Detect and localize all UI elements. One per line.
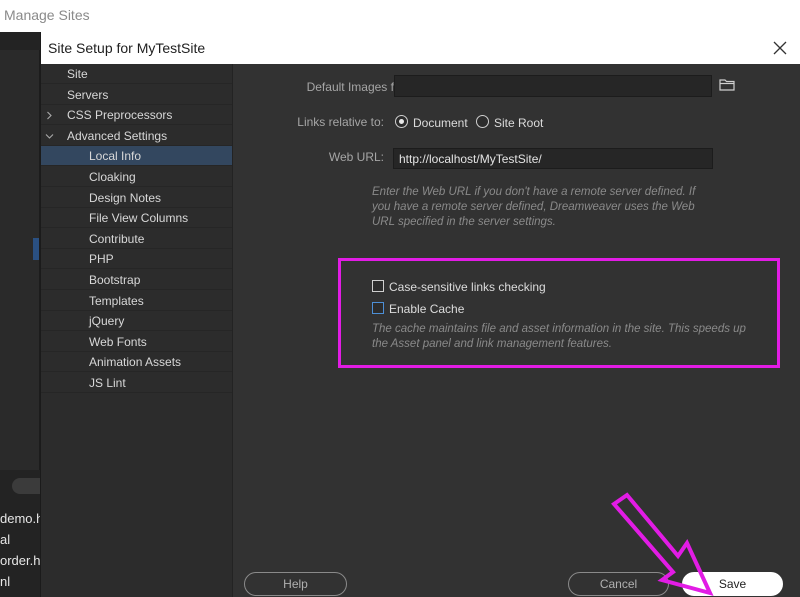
sidebar-item-php[interactable]: PHP [41,249,232,270]
radio-document[interactable] [395,115,408,128]
sidebar-item-contribute[interactable]: Contribute [41,229,232,249]
help-button[interactable]: Help [244,572,347,596]
sidebar-item-css-preprocessors[interactable]: CSS Preprocessors [41,105,232,126]
radio-document-label: Document [413,116,468,130]
web-url-input[interactable] [393,148,713,169]
sidebar-item-label: Bootstrap [89,273,141,287]
manage-sites-titlebar: Manage Sites [0,0,800,32]
sidebar-item-label: Design Notes [89,190,162,205]
file-item[interactable]: al [0,532,10,547]
enable-cache-checkbox[interactable] [372,302,384,314]
manage-sites-selection [33,238,39,260]
sidebar-item-label: Contribute [89,231,145,246]
sidebar-item-cloaking[interactable]: Cloaking [41,167,232,187]
sidebar-item-advanced-settings[interactable]: Advanced Settings [41,126,232,146]
sidebar-item-label: Advanced Settings [67,128,168,143]
sidebar-item-label: CSS Preprocessors [67,108,173,123]
manage-sites-title: Manage Sites [4,7,90,23]
sidebar-item-label: jQuery [89,314,125,329]
folder-icon[interactable] [719,78,735,94]
radio-site-root[interactable] [476,115,489,128]
manage-sites-scroll[interactable] [12,478,42,494]
chevron-right-icon[interactable] [45,106,54,123]
category-sidebar: Site Servers CSS Preprocessors Advanced Set… [41,64,233,597]
sidebar-item-label: Local Info [89,149,142,164]
sidebar-item-web-fonts[interactable]: Web Fonts [41,332,232,352]
sidebar-item-label: Cloaking [89,170,136,184]
sidebar-item-label: Servers [67,87,109,102]
annotation-arrow-icon [611,492,714,597]
file-item[interactable]: demo.h [0,511,43,526]
enable-cache-label: Enable Cache [389,302,465,316]
sidebar-item-servers[interactable]: Servers [41,85,232,105]
chevron-down-icon[interactable] [45,127,54,144]
sidebar-item-file-view-columns[interactable]: File View Columns [41,208,232,229]
web-url-label: Web URL: [328,150,384,164]
dialog-titlebar: Site Setup for MyTestSite [41,32,800,64]
web-url-hint: Enter the Web URL if you don't have a re… [372,186,696,228]
sidebar-item-label: PHP [89,252,114,267]
sidebar-item-label: Templates [89,293,144,308]
sidebar-item-design-notes[interactable]: Design Notes [41,188,232,208]
sidebar-item-label: Site [67,67,88,81]
manage-sites-left-panel [0,50,40,470]
sidebar-item-animation-assets[interactable]: Animation Assets [41,352,232,373]
sidebar-item-label: JS Lint [89,376,126,390]
links-relative-label: Links relative to: [297,115,384,129]
sidebar-item-templates[interactable]: Templates [41,291,232,311]
case-sensitive-label: Case-sensitive links checking [389,280,546,294]
sidebar-item-local-info[interactable]: Local Info [41,146,232,167]
sidebar-item-label: File View Columns [89,211,189,226]
file-item[interactable]: nl [0,574,10,589]
default-images-input[interactable] [394,75,712,97]
dialog-title: Site Setup for MyTestSite [48,40,206,56]
case-sensitive-checkbox[interactable] [372,280,384,292]
radio-site-root-label: Site Root [494,116,544,130]
sidebar-item-jquery[interactable]: jQuery [41,311,232,332]
cache-hint: The cache maintains file and asset infor… [372,323,746,350]
sidebar-item-label: Animation Assets [89,355,182,370]
file-item[interactable]: order.ht [0,553,44,568]
close-icon[interactable] [769,37,791,59]
sidebar-item-site[interactable]: Site [41,64,232,84]
sidebar-item-label: Web Fonts [89,334,147,349]
sidebar-item-js-lint[interactable]: JS Lint [41,373,232,393]
sidebar-item-bootstrap[interactable]: Bootstrap [41,270,232,290]
